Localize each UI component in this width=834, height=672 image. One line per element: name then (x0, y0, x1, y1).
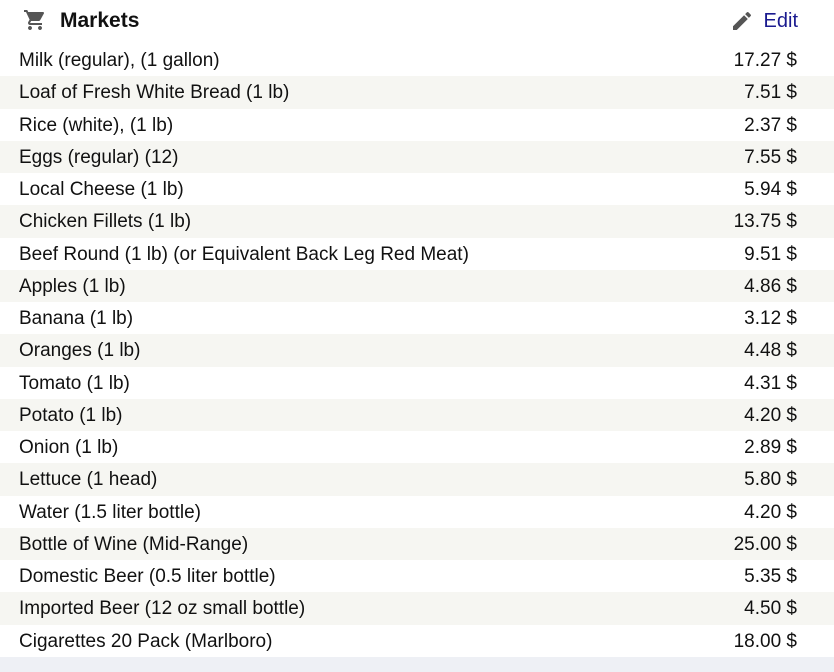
table-footer (0, 657, 834, 672)
table-row: Cigarettes 20 Pack (Marlboro) 18.00 $ (0, 624, 834, 657)
table-row: Loaf of Fresh White Bread (1 lb) 7.51 $ (0, 76, 834, 109)
item-price: 4.20 $ (744, 404, 797, 426)
table-row: Potato (1 lb) 4.20 $ (0, 398, 834, 431)
item-name: Imported Beer (12 oz small bottle) (19, 598, 306, 620)
table-row: Imported Beer (12 oz small bottle) 4.50 $ (0, 592, 834, 625)
item-name: Tomato (1 lb) (19, 372, 130, 394)
item-price: 4.50 $ (744, 598, 797, 620)
item-name: Water (1.5 liter bottle) (19, 501, 201, 523)
pencil-icon (732, 11, 751, 31)
item-price: 17.27 $ (733, 50, 797, 71)
table-row: Onion (1 lb) 2.89 $ (0, 431, 834, 464)
item-price: 5.80 $ (744, 469, 797, 491)
table-row: Tomato (1 lb) 4.31 $ (0, 366, 834, 399)
item-name: Beef Round (1 lb) (or Equivalent Back Le… (19, 243, 469, 265)
item-name: Chicken Fillets (1 lb) (19, 211, 192, 233)
item-price: 4.86 $ (744, 275, 797, 297)
panel-header: Markets Edit (0, 0, 834, 44)
markets-panel: Markets Edit Milk (regular), (1 gallon) 1… (0, 0, 834, 672)
item-price: 2.37 $ (744, 114, 797, 136)
table-row: Oranges (1 lb) 4.48 $ (0, 334, 834, 367)
item-price: 18.00 $ (733, 630, 797, 652)
table-row: Beef Round (1 lb) (or Equivalent Back Le… (0, 237, 834, 270)
item-name: Bottle of Wine (Mid-Range) (19, 533, 249, 555)
table-row: Apples (1 lb) 4.86 $ (0, 269, 834, 302)
page-title: Markets (60, 9, 140, 32)
item-name: Loaf of Fresh White Bread (1 lb) (19, 82, 290, 104)
item-price: 4.48 $ (744, 340, 797, 362)
item-name: Potato (1 lb) (19, 404, 123, 426)
item-name: Domestic Beer (0.5 liter bottle) (19, 566, 276, 587)
item-name: Rice (white), (1 lb) (19, 114, 174, 136)
price-table: Milk (regular), (1 gallon) 17.27 $ Loaf o… (0, 44, 834, 657)
item-name: Apples (1 lb) (19, 275, 126, 297)
item-name: Eggs (regular) (12) (19, 146, 179, 168)
item-price: 4.20 $ (744, 501, 797, 523)
cart-icon (24, 10, 45, 30)
item-name: Cigarettes 20 Pack (Marlboro) (19, 630, 273, 652)
item-price: 2.89 $ (744, 437, 797, 458)
item-name: Milk (regular), (1 gallon) (19, 50, 220, 71)
item-name: Oranges (1 lb) (19, 340, 141, 362)
item-name: Banana (1 lb) (19, 308, 134, 329)
table-row: Eggs (regular) (12) 7.55 $ (0, 140, 834, 173)
item-price: 7.55 $ (744, 146, 797, 168)
item-price: 5.35 $ (744, 566, 797, 587)
table-row: Water (1.5 liter bottle) 4.20 $ (0, 495, 834, 528)
item-price: 7.51 $ (744, 82, 797, 104)
item-price: 9.51 $ (744, 243, 797, 265)
table-row: Rice (white), (1 lb) 2.37 $ (0, 108, 834, 141)
edit-label: Edit (763, 10, 798, 32)
item-price: 5.94 $ (744, 179, 797, 200)
table-row: Banana (1 lb) 3.12 $ (0, 302, 834, 335)
table-row: Milk (regular), (1 gallon) 17.27 $ (0, 44, 834, 77)
item-price: 3.12 $ (744, 308, 797, 329)
edit-button[interactable]: Edit (730, 8, 798, 34)
table-row: Chicken Fillets (1 lb) 13.75 $ (0, 205, 834, 238)
table-row: Domestic Beer (0.5 liter bottle) 5.35 $ (0, 560, 834, 593)
item-name: Lettuce (1 head) (19, 469, 158, 491)
table-row: Local Cheese (1 lb) 5.94 $ (0, 173, 834, 206)
item-name: Onion (1 lb) (19, 437, 119, 458)
item-price: 25.00 $ (733, 533, 797, 555)
item-name: Local Cheese (1 lb) (19, 179, 184, 200)
item-price: 4.31 $ (744, 372, 797, 394)
table-row: Bottle of Wine (Mid-Range) 25.00 $ (0, 527, 834, 560)
table-row: Lettuce (1 head) 5.80 $ (0, 463, 834, 496)
item-price: 13.75 $ (733, 211, 797, 233)
